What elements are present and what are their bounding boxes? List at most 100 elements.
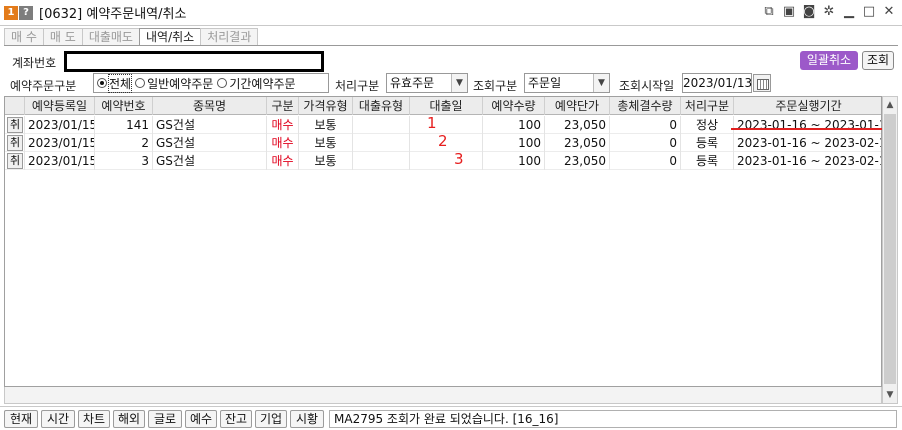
status-message: MA2795 조회가 완료 되었습니다. [16_16]: [329, 410, 897, 428]
process-select[interactable]: 유효주문 ▼: [386, 73, 468, 93]
title-bar: 1 ? [0632] 예약주문내역/취소 ⧉ ▣ ◙ ✲ ▁ □ ✕: [0, 0, 902, 26]
reg-date-cell: 2023/01/15: [25, 116, 95, 134]
qty-cell: 100: [483, 152, 545, 170]
period-cell: 2023-01-16 ~ 2023-02-13: [737, 154, 882, 168]
name-cell: GS건설: [153, 134, 267, 152]
col-loan-type[interactable]: 대출유형: [353, 97, 410, 115]
action-cell: 취: [5, 152, 25, 170]
tab-results[interactable]: 처리결과: [200, 28, 259, 46]
annotation-underline: [731, 128, 882, 130]
radio-period[interactable]: 기간예약주문: [217, 75, 296, 92]
order-type-label: 예약주문구분: [10, 79, 77, 93]
table-row[interactable]: 취 2023/01/15 3 GS건설 매수 보통 100 23,050 0 등…: [5, 152, 881, 170]
btn-global[interactable]: 글로: [148, 410, 182, 428]
radio-dot-icon: [97, 78, 107, 88]
res-no-cell: 2: [95, 134, 153, 152]
res-no-cell: 141: [95, 116, 153, 134]
scroll-up-icon[interactable]: ▲: [883, 97, 897, 113]
query-type-select[interactable]: 주문일 ▼: [524, 73, 610, 93]
col-price-type[interactable]: 가격유형: [299, 97, 353, 115]
btn-deposit[interactable]: 예수: [185, 410, 217, 428]
col-reg-date[interactable]: 예약등록일: [25, 97, 95, 115]
reg-date-cell: 2023/01/15: [25, 152, 95, 170]
col-loan-date[interactable]: 대출일: [410, 97, 483, 115]
tab-sell[interactable]: 매 도: [42, 28, 83, 46]
btn-company[interactable]: 기업: [255, 410, 287, 428]
col-name[interactable]: 종목명: [153, 97, 267, 115]
cancel-all-button[interactable]: 일괄취소: [800, 51, 858, 70]
minimize-icon[interactable]: ▁: [842, 4, 856, 20]
calendar-icon[interactable]: [753, 74, 771, 92]
btn-time[interactable]: 시간: [41, 410, 75, 428]
btn-overseas[interactable]: 해외: [113, 410, 145, 428]
loan-type-cell: [353, 152, 410, 170]
window-icon[interactable]: ⧉: [762, 4, 776, 20]
period-cell: 2023-01-16 ~ 2023-02-13: [737, 136, 882, 150]
order-type-radio-group: 전체 일반예약주문 기간예약주문: [93, 73, 329, 93]
col-action: [5, 97, 25, 115]
cancel-row-button[interactable]: 취: [7, 135, 23, 151]
process-value: 유효주문: [390, 76, 435, 90]
tab-buy[interactable]: 매 수: [4, 28, 44, 46]
tab-history-cancel[interactable]: 내역/취소: [138, 28, 202, 46]
radio-all[interactable]: 전체: [97, 73, 133, 93]
loan-date-cell: [410, 152, 483, 170]
save-icon[interactable]: ▣: [782, 4, 796, 20]
radio-dot-icon: [135, 78, 146, 88]
qty-cell: 100: [483, 116, 545, 134]
radio-period-label: 기간예약주문: [229, 76, 296, 91]
res-no-cell: 3: [95, 152, 153, 170]
price-cell: 23,050: [545, 152, 610, 170]
btn-market[interactable]: 시황: [290, 410, 324, 428]
query-type-label: 조회구분: [473, 79, 518, 93]
camera-icon[interactable]: ◙: [802, 4, 816, 20]
btn-current[interactable]: 현재: [4, 410, 38, 428]
col-price[interactable]: 예약단가: [545, 97, 610, 115]
filled-cell: 0: [610, 116, 681, 134]
col-res-no[interactable]: 예약번호: [95, 97, 153, 115]
bottom-bar: 현재 시간 차트 해외 글로 예수 잔고 기업 시황 MA2795 조회가 완료…: [0, 406, 902, 430]
cancel-row-button[interactable]: 취: [7, 153, 23, 169]
status-cell: 정상: [681, 116, 734, 134]
radio-all-label: 전체: [107, 73, 133, 93]
price-cell: 23,050: [545, 134, 610, 152]
account-input[interactable]: [64, 51, 324, 72]
grid-header: 예약등록일 예약번호 종목명 구분 가격유형 대출유형 대출일 예약수량 예약단…: [5, 97, 881, 115]
start-date-label: 조회시작일: [619, 79, 675, 93]
radio-normal-label: 일반예약주문: [147, 76, 214, 91]
order-tabs: 매 수 매 도 대출매도 내역/취소 처리결과: [4, 28, 259, 46]
annotation-3: 3: [454, 150, 464, 168]
col-period[interactable]: 주문실행기간: [734, 97, 881, 115]
vertical-scrollbar[interactable]: ▲ ▼: [882, 96, 898, 404]
query-button[interactable]: 조회: [862, 51, 894, 70]
start-date-input[interactable]: 2023/01/13: [682, 73, 752, 93]
loan-type-cell: [353, 134, 410, 152]
period-cell: 2023-01-16 ~ 2023-01-16: [737, 118, 882, 132]
col-status[interactable]: 처리구분: [681, 97, 734, 115]
maximize-icon[interactable]: □: [862, 4, 876, 20]
screen-number-badge: 1: [4, 5, 18, 20]
settings-icon[interactable]: ✲: [822, 4, 836, 20]
name-cell: GS건설: [153, 116, 267, 134]
window-controls: ⧉ ▣ ◙ ✲ ▁ □ ✕: [762, 4, 896, 20]
chevron-down-icon: ▼: [451, 74, 467, 92]
window-title: [0632] 예약주문내역/취소: [39, 7, 187, 22]
tab-loan-sell[interactable]: 대출매도: [81, 28, 140, 46]
side-cell: 매수: [267, 116, 299, 134]
close-icon[interactable]: ✕: [882, 4, 896, 20]
scroll-thumb[interactable]: [884, 114, 896, 384]
radio-normal[interactable]: 일반예약주문: [135, 75, 213, 92]
cancel-row-button[interactable]: 취: [7, 117, 23, 133]
price-type-cell: 보통: [299, 152, 353, 170]
help-button[interactable]: ?: [19, 5, 33, 20]
annotation-1: 1: [427, 114, 437, 132]
chevron-down-icon: ▼: [593, 74, 609, 92]
col-filled[interactable]: 총체결수량: [610, 97, 681, 115]
action-cell: 취: [5, 116, 25, 134]
btn-chart[interactable]: 차트: [78, 410, 110, 428]
col-qty[interactable]: 예약수량: [483, 97, 545, 115]
col-side[interactable]: 구분: [267, 97, 299, 115]
query-type-value: 주문일: [528, 76, 562, 90]
btn-balance[interactable]: 잔고: [220, 410, 252, 428]
scroll-down-icon[interactable]: ▼: [883, 387, 897, 403]
